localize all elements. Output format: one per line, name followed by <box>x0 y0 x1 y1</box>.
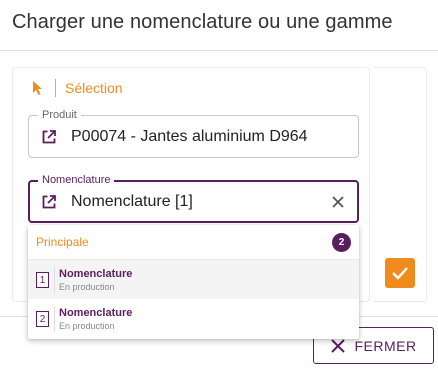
dropdown-option[interactable]: 1 Nomenclature En production <box>28 260 359 299</box>
open-external-icon[interactable] <box>41 194 57 210</box>
close-button-label: FERMER <box>354 337 417 354</box>
dropdown-group-label: Principale <box>36 235 89 249</box>
option-name: Nomenclature <box>59 307 133 319</box>
dialog-title: Charger une nomenclature ou une gamme <box>12 11 393 33</box>
dropdown-group-header: Principale 2 <box>28 225 359 259</box>
selection-toggle[interactable]: Sélection <box>31 79 123 97</box>
option-status: En production <box>59 282 115 292</box>
selection-label: Sélection <box>65 80 123 96</box>
option-name: Nomenclature <box>59 268 133 280</box>
dropdown-option[interactable]: 2 Nomenclature En production <box>28 299 359 338</box>
option-separator <box>54 267 55 293</box>
selection-separator <box>55 79 56 97</box>
nomenclature-value: Nomenclature [1] <box>71 193 193 210</box>
produit-legend: Produit <box>38 108 81 122</box>
nomenclature-legend: Nomenclature <box>38 173 115 187</box>
check-icon <box>392 267 408 280</box>
nomenclature-dropdown: Principale 2 1 Nomenclature En productio… <box>28 225 359 339</box>
option-separator <box>54 306 55 332</box>
close-icon[interactable] <box>330 194 346 210</box>
confirm-button[interactable] <box>385 258 415 288</box>
option-status: En production <box>59 321 115 331</box>
option-number: 2 <box>36 311 49 327</box>
open-external-icon[interactable] <box>41 129 57 145</box>
dropdown-count-badge: 2 <box>332 233 351 252</box>
option-number: 1 <box>36 272 49 288</box>
close-icon <box>331 338 346 353</box>
nomenclature-field[interactable]: Nomenclature Nomenclature [1] <box>28 173 359 223</box>
produit-value: P00074 - Jantes aluminium D964 <box>71 128 308 145</box>
cursor-pointer-icon <box>33 81 42 95</box>
produit-field[interactable]: Produit P00074 - Jantes aluminium D964 <box>28 108 359 158</box>
title-divider <box>0 50 438 51</box>
